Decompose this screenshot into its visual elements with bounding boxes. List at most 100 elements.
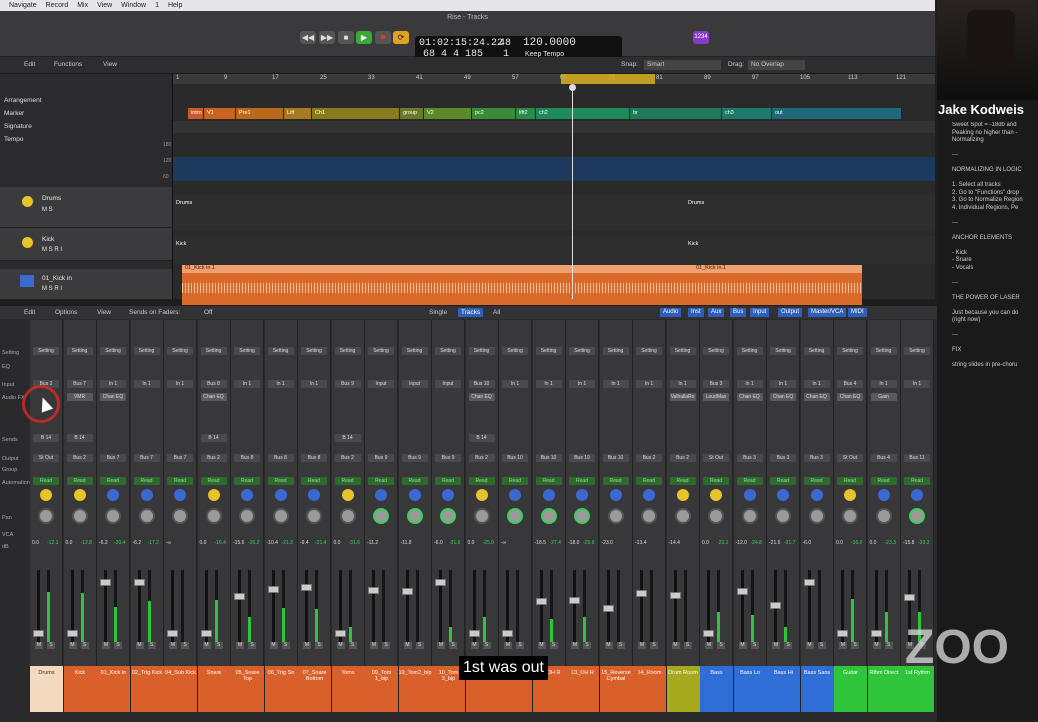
volume-fader[interactable] [904, 593, 915, 601]
pan-knob[interactable] [105, 508, 121, 524]
track-nameplate[interactable]: Bass Sans [800, 666, 835, 712]
solo-button[interactable]: S [382, 642, 390, 649]
kick-summing-region[interactable]: Kick Kick [173, 236, 935, 264]
mute-button[interactable]: M [638, 642, 646, 649]
track-nameplate[interactable]: Toms [331, 666, 366, 712]
setting-button[interactable]: Setting [502, 347, 528, 355]
volume-fader[interactable] [401, 587, 413, 595]
marker-3[interactable]: Lift [284, 108, 312, 119]
audio-fx-slot[interactable]: LoudMax [703, 393, 729, 401]
volume-fader[interactable] [468, 630, 480, 637]
output-slot[interactable]: Bus 11 [904, 454, 930, 462]
mute-button[interactable]: M [35, 642, 43, 649]
volume-fader[interactable] [133, 579, 145, 587]
track-nameplate[interactable]: 04_Sub Kick [164, 666, 198, 712]
mute-button[interactable]: M [504, 642, 512, 649]
volume-fader[interactable] [770, 602, 781, 610]
audio-fx-slot[interactable]: Chan EQ [100, 393, 126, 401]
input-slot[interactable]: In 1 [502, 380, 528, 388]
tempo-lane[interactable] [173, 157, 935, 181]
mute-button[interactable]: M [671, 642, 680, 649]
filter-tab[interactable]: Master/VCA [808, 308, 847, 317]
automation-mode[interactable]: Read [66, 477, 93, 485]
setting-button[interactable]: Setting [100, 347, 126, 355]
global-track-signature[interactable]: Signature [0, 120, 172, 133]
menu-item[interactable]: Mix [77, 2, 88, 9]
menu-item[interactable]: Help [168, 2, 182, 9]
input-slot[interactable]: Bus 7 [66, 380, 93, 388]
input-slot[interactable]: In 1 [770, 380, 796, 388]
track-header-kick[interactable]: Kick M S R I [0, 228, 172, 261]
output-slot[interactable]: Bus 2 [636, 454, 662, 462]
output-slot[interactable]: Bus 3 [803, 454, 830, 462]
pan-knob[interactable] [741, 508, 758, 524]
input-slot[interactable]: Bus 8 [200, 380, 227, 388]
playhead[interactable] [572, 84, 573, 299]
track-nameplate[interactable]: Bass Hi [767, 666, 801, 712]
send-slot[interactable]: B 14 [33, 434, 59, 442]
marker-5[interactable]: group [400, 108, 424, 119]
global-track-arrangement[interactable]: Arrangement [0, 94, 172, 107]
automation-mode[interactable]: Read [703, 477, 729, 485]
output-slot[interactable]: Bus 8 [267, 454, 294, 462]
track-buttons[interactable]: M S [42, 207, 53, 213]
track-nameplate[interactable]: Drum Room [666, 666, 701, 712]
mute-button[interactable]: M [102, 642, 110, 649]
pan-knob[interactable] [172, 508, 188, 524]
automation-mode[interactable]: Read [401, 477, 428, 485]
mute-button[interactable]: M [269, 642, 278, 649]
solo-button[interactable]: S [549, 642, 558, 649]
audio-fx-slot[interactable]: Chan EQ [837, 393, 863, 401]
solo-button[interactable]: S [650, 642, 658, 649]
output-slot[interactable]: Bus 2 [669, 454, 696, 462]
solo-button[interactable]: S [248, 642, 256, 649]
track-header-kick-in[interactable]: 01_Kick in M S R I [0, 269, 172, 300]
audio-fx-slot[interactable]: Chan EQ [736, 393, 763, 401]
drums-folder-region[interactable]: Drums Drums [173, 195, 935, 230]
automation-mode[interactable]: Read [468, 477, 495, 485]
send-slot[interactable]: B 14 [468, 434, 495, 442]
setting-button[interactable]: Setting [234, 347, 260, 355]
solo-button[interactable]: S [616, 642, 625, 649]
solo-button[interactable]: S [181, 642, 189, 649]
output-slot[interactable]: Bus 2 [66, 454, 93, 462]
automation-mode[interactable]: Read [502, 477, 528, 485]
setting-button[interactable]: Setting [904, 347, 930, 355]
track-nameplate[interactable]: 07_Snare Bottom [298, 666, 332, 712]
marker-7[interactable]: pc2 [472, 108, 516, 119]
output-slot[interactable]: Bus 9 [401, 454, 428, 462]
marker-4[interactable]: Ch1 [312, 108, 400, 119]
audio-fx-slot[interactable]: ValhallaRo [669, 393, 696, 401]
mute-button[interactable]: M [68, 642, 77, 649]
volume-fader[interactable] [837, 630, 848, 637]
automation-mode[interactable]: Read [100, 477, 126, 485]
input-slot[interactable]: In 1 [100, 380, 126, 388]
pan-knob[interactable] [540, 508, 557, 524]
marker-2[interactable]: Pre1 [236, 108, 284, 119]
output-slot[interactable]: Bus 9 [435, 454, 461, 462]
setting-button[interactable]: Setting [267, 347, 294, 355]
marker-9[interactable]: ch2 [536, 108, 630, 119]
automation-mode[interactable]: Read [837, 477, 863, 485]
output-slot[interactable]: Bus 10 [535, 454, 562, 462]
automation-mode[interactable]: Read [435, 477, 461, 485]
output-slot[interactable]: Bus 7 [133, 454, 160, 462]
output-slot[interactable]: St Out [837, 454, 863, 462]
pan-knob[interactable] [440, 508, 456, 524]
volume-fader[interactable] [167, 630, 178, 637]
solo-button[interactable]: S [884, 642, 893, 649]
volume-fader[interactable] [435, 579, 446, 586]
output-slot[interactable]: Bus 2 [334, 454, 361, 462]
solo-button[interactable]: S [315, 642, 323, 649]
pan-knob[interactable] [708, 508, 724, 524]
mute-button[interactable]: M [872, 642, 881, 649]
audio-fx-slot[interactable]: Chan EQ [200, 393, 227, 401]
pan-knob[interactable] [406, 508, 423, 524]
automation-mode[interactable]: Read [167, 477, 193, 485]
drag-select[interactable]: No Overlap [748, 60, 805, 70]
track-nameplate[interactable]: 02_Trig Kick [130, 666, 165, 712]
volume-fader[interactable] [368, 586, 379, 594]
mute-button[interactable]: M [738, 642, 747, 649]
solo-button[interactable]: S [683, 642, 692, 649]
input-slot[interactable]: In 1 [267, 380, 294, 388]
